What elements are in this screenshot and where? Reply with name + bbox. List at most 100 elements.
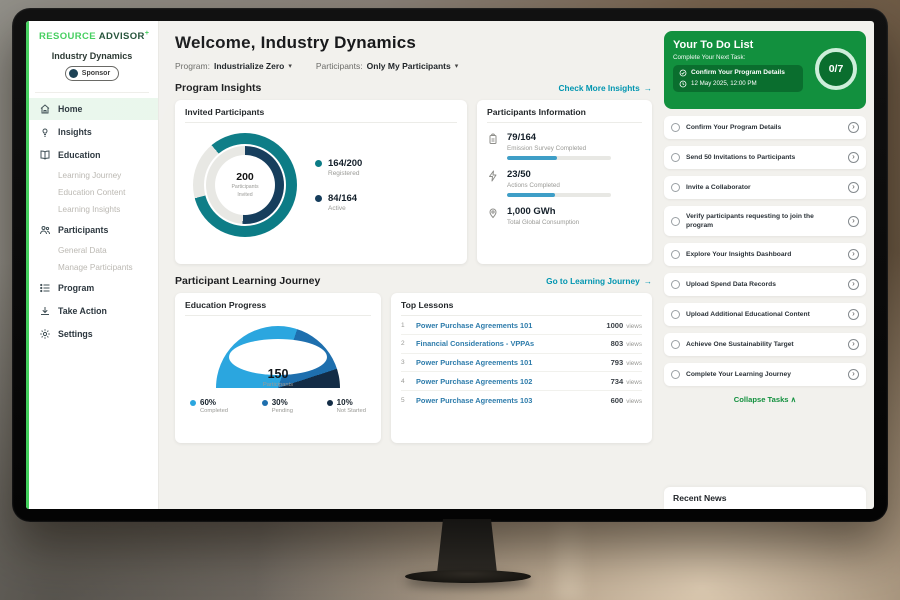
- invited-donut-center: 200 Participants Invited: [215, 155, 275, 215]
- education-gauge-center: 150 Participants: [216, 368, 340, 388]
- todo-progress-ring: 0/7: [815, 48, 857, 90]
- sidebar-item-manage-participants[interactable]: Manage Participants: [26, 259, 158, 276]
- lesson-link[interactable]: Power Purchase Agreements 101: [416, 321, 599, 330]
- sidebar-item-education-content[interactable]: Education Content: [26, 184, 158, 201]
- actions-progress-bar: [507, 193, 611, 197]
- next-task-box[interactable]: Confirm Your Program Details 12 May 2025…: [673, 65, 803, 92]
- task-checkbox[interactable]: [671, 217, 680, 226]
- pending-dot-icon: [262, 400, 268, 406]
- sidebar-item-home[interactable]: Home: [26, 98, 158, 120]
- actions-progress-fill: [507, 193, 555, 197]
- home-icon: [39, 103, 51, 115]
- sidebar-item-learning-insights[interactable]: Learning Insights: [26, 201, 158, 218]
- sidebar-item-participants[interactable]: Participants: [26, 219, 158, 241]
- legend-completed: 60% Completed: [190, 398, 228, 414]
- chevron-right-icon[interactable]: ›: [848, 122, 859, 133]
- invited-legend: 164/200 Registered 84/164 Active: [315, 158, 362, 212]
- todo-panel: Your To Do List Complete Your Next Task:…: [664, 21, 874, 509]
- sidebar-item-learning-journey[interactable]: Learning Journey: [26, 167, 158, 184]
- legend-pending: 30% Pending: [262, 398, 293, 414]
- lesson-link[interactable]: Power Purchase Agreements 103: [416, 396, 604, 405]
- sidebar-item-insights[interactable]: Insights: [26, 121, 158, 143]
- task-checkbox[interactable]: [671, 370, 680, 379]
- chevron-down-icon: ▾: [288, 62, 292, 70]
- task-explore-insights[interactable]: Explore Your Insights Dashboard ›: [664, 243, 866, 266]
- info-card-title: Participants Information: [487, 107, 642, 123]
- stat-global-consumption: 1,000 GWh Total Global Consumption: [487, 206, 642, 230]
- sidebar-item-education[interactable]: Education: [26, 144, 158, 166]
- sidebar-item-general-data[interactable]: General Data: [26, 242, 158, 259]
- task-invite-collaborator[interactable]: Invite a Collaborator ›: [664, 176, 866, 199]
- task-checkbox[interactable]: [671, 340, 680, 349]
- education-legend: 60% Completed 30% Pending 10% Not Starte…: [185, 398, 371, 414]
- not-started-dot-icon: [327, 400, 333, 406]
- chevron-right-icon[interactable]: ›: [848, 279, 859, 290]
- org-section: Industry Dynamics Sponsor: [35, 46, 149, 93]
- task-send-invitations[interactable]: Send 50 Invitations to Participants ›: [664, 146, 866, 169]
- dashboard-screen: RESOURCE ADVISOR+ Industry Dynamics Spon…: [26, 21, 874, 509]
- top-lessons-title: Top Lessons: [401, 300, 642, 316]
- lesson-row: 3 Power Purchase Agreements 101 793views: [401, 354, 642, 373]
- top-lessons-card: Top Lessons 1 Power Purchase Agreements …: [391, 293, 652, 443]
- task-checkbox[interactable]: [671, 280, 680, 289]
- invited-donut-outer: 200 Participants Invited: [193, 133, 297, 237]
- monitor-bezel: RESOURCE ADVISOR+ Industry Dynamics Spon…: [12, 8, 888, 522]
- participants-filter[interactable]: Participants: Only My Participants ▾: [316, 61, 458, 71]
- emission-progress-fill: [507, 156, 557, 160]
- download-icon: [39, 305, 51, 317]
- chevron-right-icon[interactable]: ›: [848, 309, 859, 320]
- lesson-row: 5 Power Purchase Agreements 103 600views: [401, 391, 642, 409]
- task-checkbox[interactable]: [671, 250, 680, 259]
- task-checkbox[interactable]: [671, 153, 680, 162]
- sidebar-item-settings[interactable]: Settings: [26, 323, 158, 345]
- check-circle-icon: [679, 69, 687, 77]
- arrow-right-icon: →: [644, 83, 652, 93]
- check-more-insights-link[interactable]: Check More Insights →: [559, 83, 652, 93]
- sidebar-nav: Home Insights Education Learning Journey…: [26, 97, 158, 346]
- program-filter[interactable]: Program: Industrialize Zero ▾: [175, 61, 292, 71]
- clock-icon: [679, 80, 687, 88]
- chevron-right-icon[interactable]: ›: [848, 182, 859, 193]
- app-logo: RESOURCE ADVISOR+: [26, 21, 158, 46]
- clipboard-icon: [487, 133, 499, 145]
- task-confirm-program-details[interactable]: Confirm Your Program Details ›: [664, 116, 866, 139]
- active-dot-icon: [315, 195, 322, 202]
- stat-actions-completed: 23/50 Actions Completed: [487, 169, 642, 197]
- sidebar-item-take-action[interactable]: Take Action: [26, 300, 158, 322]
- sidebar: RESOURCE ADVISOR+ Industry Dynamics Spon…: [26, 21, 159, 509]
- people-icon: [39, 224, 51, 236]
- sidebar-item-program[interactable]: Program: [26, 277, 158, 299]
- education-progress-card: Education Progress 150 Participants 60% …: [175, 293, 381, 443]
- task-checkbox[interactable]: [671, 123, 680, 132]
- chevron-right-icon[interactable]: ›: [848, 339, 859, 350]
- task-complete-learning-journey[interactable]: Complete Your Learning Journey ›: [664, 363, 866, 386]
- filters-row: Program: Industrialize Zero ▾ Participan…: [175, 61, 652, 71]
- go-to-learning-journey-link[interactable]: Go to Learning Journey →: [546, 276, 652, 286]
- chevron-right-icon[interactable]: ›: [848, 152, 859, 163]
- task-upload-educational-content[interactable]: Upload Additional Educational Content ›: [664, 303, 866, 326]
- chevron-right-icon[interactable]: ›: [848, 369, 859, 380]
- chevron-right-icon[interactable]: ›: [848, 216, 859, 227]
- lesson-link[interactable]: Power Purchase Agreements 102: [416, 377, 604, 386]
- recent-news-header: Recent News: [664, 487, 866, 509]
- chevron-right-icon[interactable]: ›: [848, 249, 859, 260]
- lesson-link[interactable]: Financial Considerations - VPPAs: [416, 339, 604, 348]
- lesson-row: 4 Power Purchase Agreements 102 734views: [401, 372, 642, 391]
- sponsor-badge: Sponsor: [65, 66, 119, 81]
- sponsor-icon: [69, 69, 78, 78]
- task-upload-spend-data[interactable]: Upload Spend Data Records ›: [664, 273, 866, 296]
- main-content: Welcome, Industry Dynamics Program: Indu…: [159, 21, 664, 509]
- lightbulb-icon: [39, 126, 51, 138]
- task-achieve-sustainability-target[interactable]: Achieve One Sustainability Target ›: [664, 333, 866, 356]
- education-card-title: Education Progress: [185, 300, 371, 316]
- task-checkbox[interactable]: [671, 183, 680, 192]
- lesson-link[interactable]: Power Purchase Agreements 101: [416, 358, 604, 367]
- org-name: Industry Dynamics: [39, 51, 145, 61]
- lesson-row: 2 Financial Considerations - VPPAs 803vi…: [401, 335, 642, 354]
- task-verify-participants[interactable]: Verify participants requesting to join t…: [664, 206, 866, 236]
- registered-dot-icon: [315, 160, 322, 167]
- task-checkbox[interactable]: [671, 310, 680, 319]
- arrow-right-icon: →: [644, 276, 652, 286]
- collapse-tasks-link[interactable]: Collapse Tasks ∧: [664, 395, 866, 404]
- page-title: Welcome, Industry Dynamics: [175, 33, 652, 53]
